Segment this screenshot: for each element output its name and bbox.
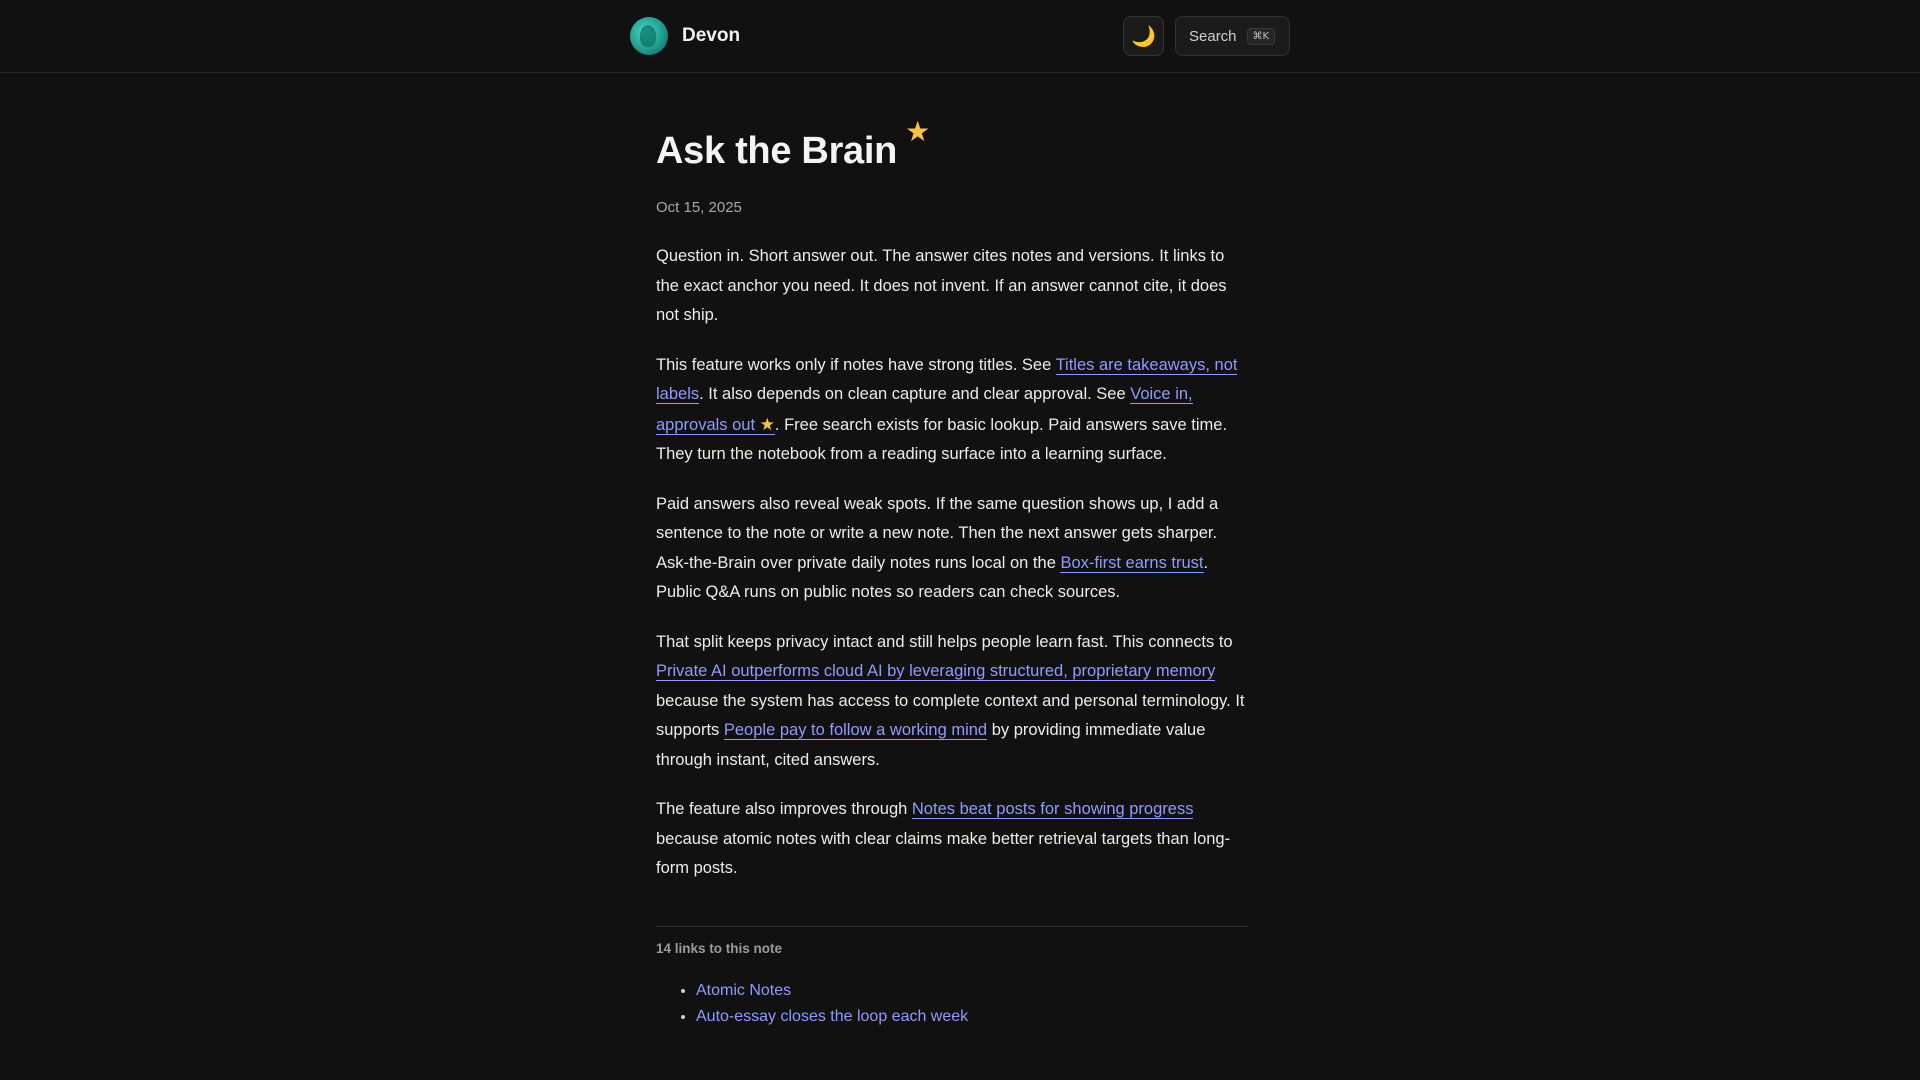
theme-toggle-button[interactable]: 🌙 — [1123, 16, 1164, 56]
note-link[interactable]: Box-first earns trust — [1060, 553, 1204, 573]
note-article: Ask the Brain ★ Oct 15, 2025 Question in… — [656, 112, 1248, 1030]
paragraph-text: . It also depends on clean capture and c… — [699, 385, 1131, 403]
site-brand[interactable]: Devon — [630, 16, 740, 56]
paragraph-text: This feature works only if notes have st… — [656, 355, 1056, 374]
body-paragraph: The feature also improves through Notes … — [656, 795, 1248, 884]
body-paragraph: This feature works only if notes have st… — [656, 351, 1248, 470]
list-item: Auto-essay closes the loop each week — [696, 1004, 1248, 1030]
backlink[interactable]: Auto-essay closes the loop each week — [696, 1008, 968, 1025]
note-body: Question in. Short answer out. The answe… — [656, 242, 1248, 884]
paragraph-text: That split keeps privacy intact and stil… — [656, 632, 1233, 651]
backlinks-divider — [656, 925, 1248, 927]
backlinks-list: Atomic Notes Auto-essay closes the loop e… — [656, 978, 1248, 1030]
avatar[interactable] — [630, 17, 668, 55]
backlinks-heading: 14 links to this note — [656, 940, 783, 956]
star-icon: ★ — [905, 116, 931, 147]
body-paragraph: Paid answers also reveal weak spots. If … — [656, 490, 1248, 608]
body-paragraph: That split keeps privacy intact and stil… — [656, 628, 1248, 776]
body-paragraph: Question in. Short answer out. The answe… — [656, 242, 1248, 331]
note-link[interactable]: Private AI outperforms cloud AI by lever… — [656, 662, 1216, 681]
site-name[interactable]: Devon — [682, 25, 740, 47]
paragraph-text: The feature also improves through — [656, 800, 912, 818]
page-title: Ask the Brain — [656, 130, 898, 172]
moon-icon: 🌙 — [1131, 25, 1156, 48]
note-link[interactable]: People pay to follow a working mind — [723, 721, 988, 740]
paragraph-text: Question in. Short answer out. The answe… — [656, 247, 1227, 324]
backlink[interactable]: Atomic Notes — [696, 982, 791, 999]
star-icon: ★ — [759, 414, 775, 434]
search-shortcut-badge: ⌘K — [1246, 27, 1276, 45]
search-button[interactable]: Search ⌘K — [1175, 16, 1290, 56]
note-date: Oct 15, 2025 — [656, 199, 742, 216]
list-item: Atomic Notes — [696, 978, 1248, 1004]
title-row: Ask the Brain ★ — [656, 112, 1248, 173]
note-link[interactable]: Notes beat posts for showing progress — [911, 800, 1194, 819]
search-label: Search — [1189, 27, 1237, 45]
top-navigation-bar: Devon 🌙 Search ⌘K — [0, 0, 1920, 73]
paragraph-text: because atomic notes with clear claims m… — [656, 829, 1231, 878]
